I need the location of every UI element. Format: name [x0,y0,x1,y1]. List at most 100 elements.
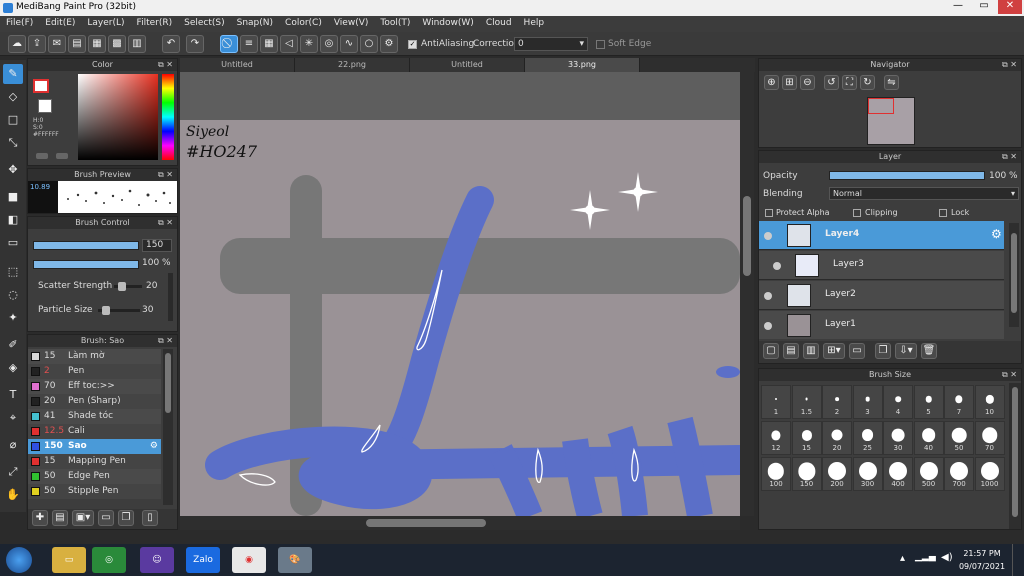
tab-untitled-2[interactable]: Untitled [410,58,525,72]
visibility-icon[interactable] [764,232,772,240]
visibility-icon[interactable] [764,322,772,330]
clipping-checkbox[interactable] [853,209,861,217]
tab-22-png[interactable]: 22.png [295,58,410,72]
brush-size-cell[interactable]: 50 [944,421,974,455]
brush-size-cell[interactable]: 7 [944,385,974,419]
undo-icon[interactable]: ↶ [162,35,180,53]
magic-wand-icon[interactable]: ✦ [3,308,23,328]
gear-icon[interactable]: ⚙ [150,439,158,454]
saturation-value-picker[interactable] [78,74,158,160]
brush-opacity-slider[interactable] [33,260,139,269]
dot-tool-icon[interactable]: □ [3,110,23,130]
new-file-icon[interactable]: ▤ [68,35,86,53]
chrome-icon[interactable]: ◉ [232,547,266,573]
clock-date[interactable]: 09/07/2021 [958,562,1006,571]
brush-size-cell[interactable]: 25 [852,421,883,455]
protect-alpha-checkbox[interactable] [765,209,773,217]
zalo-icon[interactable]: Zalo [186,547,220,573]
close-icon[interactable]: ⧉ ✕ [158,335,173,347]
snap-off-icon[interactable]: ⃠ [220,35,238,53]
particle-size-slider[interactable] [98,306,140,315]
brush-list-item[interactable]: 50 Edge Pen [28,469,161,484]
brush-size-cell[interactable]: 20 [822,421,852,455]
scatter-strength-slider[interactable] [114,282,142,291]
reset-icon[interactable]: ⛶ [842,75,857,90]
brush-list-item[interactable]: 15 Làm mờ [28,349,161,364]
brush-size-cell[interactable]: 1000 [974,457,1005,491]
menu-color[interactable]: Color(C) [279,16,328,28]
flip-icon[interactable]: ⇋ [884,75,899,90]
layer-row-layer4[interactable]: Layer4 ⚙ [759,221,1004,250]
maximize-button[interactable]: ▭ [972,0,996,14]
zoom-in-icon[interactable]: ⊕ [764,75,779,90]
brush-list-item[interactable]: 41 Shade tóc [28,409,161,424]
brush-size-cell[interactable]: 500 [913,457,944,491]
hue-slider[interactable] [162,74,174,160]
brush-control-scrollbar[interactable] [168,273,173,321]
correction-select[interactable]: 0 ▾ [514,37,588,51]
brush-list-item[interactable]: 50 Stipple Pen [28,484,161,499]
new-layer-icon[interactable]: ▢ [763,343,779,359]
fill-brush-icon[interactable]: ⤡ [3,133,23,153]
menu-snap[interactable]: Snap(N) [231,16,279,28]
volume-icon[interactable]: ◀) [941,552,953,563]
redo-icon[interactable]: ↷ [186,35,204,53]
brush-size-cell[interactable]: 12 [761,421,791,455]
merge-layer-icon[interactable]: ⇩▾ [895,343,917,359]
menu-window[interactable]: Window(W) [416,16,479,28]
scroll-thumb[interactable] [1012,387,1018,517]
menu-tool[interactable]: Tool(T) [374,16,416,28]
gradation-icon[interactable]: ▭ [3,233,23,253]
game-icon[interactable]: ☺ [140,547,174,573]
zoom-out-icon[interactable]: ⊖ [800,75,815,90]
text-tool-icon[interactable]: T [3,385,23,405]
brush-size-cell[interactable]: 400 [883,457,913,491]
layer-row-layer1[interactable]: Layer1 [759,311,1004,339]
secondary-color-swatch[interactable] [38,99,52,113]
select-pen-icon[interactable]: ✐ [3,335,23,355]
tab-untitled-1[interactable]: Untitled [180,58,295,72]
tray-up-icon[interactable]: ▴ [900,553,905,564]
menu-help[interactable]: Help [518,16,551,28]
circle-snap-icon[interactable]: ○ [360,35,378,53]
canvas-viewport[interactable]: Siyeol #HO247 [180,72,740,516]
brush-tool-icon[interactable]: ✎ [3,64,23,84]
navigator-thumbnail[interactable] [867,97,915,145]
duplicate-icon[interactable]: ❐ [118,510,134,526]
cloud-icon[interactable]: ☁ [8,35,26,53]
brush-size-cell[interactable]: 2 [822,385,852,419]
close-icon[interactable]: ⧉ ✕ [158,59,173,71]
scroll-thumb[interactable] [366,519,486,527]
visibility-icon[interactable] [773,262,781,270]
menu-edit[interactable]: Edit(E) [39,16,81,28]
menu-filter[interactable]: Filter(R) [131,16,179,28]
antialiasing-checkbox[interactable]: ✓ [408,40,417,49]
delete-layer-icon[interactable]: 🗑 [921,343,937,359]
grid-icon[interactable]: ▩ [108,35,126,53]
gear-icon[interactable]: ⚙ [991,227,1002,241]
brush-list-item[interactable]: 12.5 Cali [28,424,161,439]
menu-select[interactable]: Select(S) [178,16,231,28]
concentric-snap-icon[interactable]: ◎ [320,35,338,53]
delete-brush-icon[interactable]: ▯ [142,510,158,526]
close-icon[interactable]: ⧉ ✕ [158,217,173,229]
file-explorer-icon[interactable]: ▭ [52,547,86,573]
parallel-snap-icon[interactable]: ≡ [240,35,258,53]
brush-list-item[interactable]: 2 Pen [28,364,161,379]
brush-list-item[interactable]: 20 Pen (Sharp) [28,394,161,409]
lasso-tool-icon[interactable]: ◌ [3,285,23,305]
new-halftone-layer-icon[interactable]: ▤ [783,343,799,359]
eyedropper-icon[interactable]: ⌀ [3,435,23,455]
app-icon-green[interactable]: ◎ [92,547,126,573]
visibility-icon[interactable] [764,292,772,300]
color-swap-button[interactable] [56,153,68,159]
canvas-paper[interactable]: Siyeol #HO247 [180,120,740,516]
medibang-icon[interactable]: 🎨 [278,547,312,573]
brush-size-cell[interactable]: 40 [913,421,944,455]
lock-checkbox[interactable] [939,209,947,217]
slider-handle[interactable] [102,306,110,315]
blending-select[interactable]: Normal ▾ [829,187,1019,200]
layer-list-scrollbar[interactable] [1009,223,1019,327]
brush-size-cell[interactable]: 200 [822,457,852,491]
curve-snap-icon[interactable]: ∿ [340,35,358,53]
